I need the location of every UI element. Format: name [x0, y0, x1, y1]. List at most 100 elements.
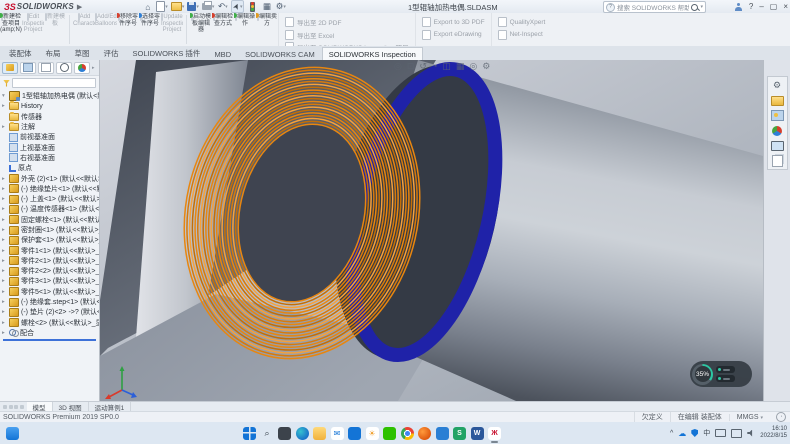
tab-sketch[interactable]: 草图: [68, 45, 97, 60]
start-button[interactable]: [243, 427, 256, 440]
update-inspection-project-button[interactable]: Update Inspection Project: [161, 13, 183, 46]
tree-item-history[interactable]: ▸History: [2, 101, 99, 111]
tree-item-part[interactable]: ▸保护套<1> (默认<<默认>_显示状: [2, 235, 99, 245]
tab-motion-study[interactable]: 运动算例1: [89, 402, 132, 411]
weather-icon[interactable]: ☀: [366, 427, 379, 440]
tree-item-part[interactable]: ▸密封圈<1> (默认<<默认>_显示状: [2, 225, 99, 235]
tree-item-origin[interactable]: 原点: [2, 163, 99, 173]
dimxpert-tab[interactable]: [56, 62, 72, 74]
search-caret-icon[interactable]: ▾: [700, 4, 703, 10]
close-button[interactable]: ×: [783, 2, 788, 11]
property-manager-tab[interactable]: [20, 62, 36, 74]
rollback-bar[interactable]: [3, 339, 96, 341]
view-orientation-icon[interactable]: ◫: [442, 61, 451, 71]
zoom-fit-icon[interactable]: ◎: [394, 61, 402, 71]
new-inspection-project-button[interactable]: 新建检查项目 (amp;N): [0, 13, 22, 46]
search-box[interactable]: ? 搜索 SOLIDWORKS 帮助 ▾: [603, 1, 706, 13]
export-2d-pdf-button[interactable]: 导出至 2D PDF: [285, 17, 409, 27]
tree-item-part[interactable]: ▸螺栓<2> (默认<<默认>_显示状态: [2, 318, 99, 328]
tree-item-sensors[interactable]: 传感器: [2, 112, 99, 122]
filter-funnel-icon[interactable]: [3, 80, 10, 87]
minimize-button[interactable]: –: [759, 2, 763, 11]
phone-link-icon[interactable]: [436, 427, 449, 440]
save-icon[interactable]: ▾: [187, 1, 199, 12]
open-icon[interactable]: ▾: [171, 1, 185, 12]
tab-solidworks-inspection[interactable]: SOLIDWORKS Inspection: [322, 47, 423, 60]
view-settings-icon[interactable]: ⚙: [482, 61, 490, 71]
display-pane-icon[interactable]: [771, 140, 784, 151]
tree-item-part[interactable]: ▸(-) 上盖<1> (默认<<默认>_显示状: [2, 194, 99, 204]
search-icon[interactable]: [691, 4, 698, 11]
tree-item-mates[interactable]: ▸配合: [2, 328, 99, 338]
tab-nav-buttons[interactable]: [0, 402, 27, 411]
app-s-icon[interactable]: S: [453, 427, 466, 440]
rebuild-icon[interactable]: ▦: [261, 1, 272, 12]
restore-button[interactable]: ▢: [770, 2, 778, 11]
undo-icon[interactable]: ↶▾: [217, 1, 228, 12]
help-button[interactable]: ?: [749, 2, 753, 11]
edit-vendors-button[interactable]: 编辑卖方: [256, 13, 278, 46]
browser-icon[interactable]: [418, 427, 431, 440]
tab-3d-views[interactable]: 3D 视图: [53, 402, 89, 411]
performance-icon[interactable]: [247, 1, 258, 12]
solidworks-taskbar-icon[interactable]: Ж: [488, 427, 501, 440]
taskbar-clock[interactable]: 16:10 2022/8/15: [760, 426, 787, 440]
tree-item-annotations[interactable]: ▸注解: [2, 122, 99, 132]
word-icon[interactable]: W: [471, 427, 484, 440]
tab-mbd[interactable]: MBD: [207, 47, 238, 60]
design-library-icon[interactable]: [771, 95, 784, 106]
tree-item-part[interactable]: ▸(-) 垫片 (2)<2> ->? (默认<<默认: [2, 307, 99, 317]
add-edit-balloons-button[interactable]: Add/Edit Balloons: [95, 13, 117, 46]
home-icon[interactable]: ⌂: [142, 1, 153, 12]
keyboard-icon[interactable]: [715, 429, 726, 437]
tab-layout[interactable]: 布局: [39, 45, 68, 60]
task-view-icon[interactable]: [278, 427, 291, 440]
display-style-icon[interactable]: ▦: [456, 61, 465, 71]
tree-item-part[interactable]: ▸(-) 绝缘套.step<1> (默认<<默认>: [2, 297, 99, 307]
speaker-icon[interactable]: [747, 430, 755, 437]
section-view-icon[interactable]: ◔: [432, 61, 437, 71]
tree-item-front-plane[interactable]: 前视基准面: [2, 132, 99, 142]
graphics-viewport[interactable]: ◎ ⊡ ↺ ◔ ◫ ▦ ◎ ⚙ 35%: [100, 60, 763, 401]
tree-item-part[interactable]: ▸外壳 (2)<1> (默认<<默认>_显示状: [2, 173, 99, 183]
tab-addins[interactable]: SOLIDWORKS 插件: [126, 45, 208, 60]
previous-view-icon[interactable]: ↺: [419, 61, 427, 71]
resources-icon[interactable]: ⚙: [771, 80, 784, 91]
login-user-icon[interactable]: [735, 3, 743, 11]
edit-operations-button[interactable]: 编辑操作: [234, 13, 256, 46]
remove-balloons-button[interactable]: 移除零件序号: [117, 13, 139, 46]
tree-item-right-plane[interactable]: 右视基准面: [2, 153, 99, 163]
tree-item-part[interactable]: ▸零件3<1> (默认<<默认>_显示状: [2, 276, 99, 286]
widgets-icon[interactable]: [6, 427, 19, 440]
hide-show-items-icon[interactable]: ◎: [469, 61, 477, 71]
launch-template-editor-button[interactable]: 启动模板编辑器: [190, 13, 212, 46]
print-icon[interactable]: ▾: [202, 1, 215, 12]
qualityxpert-button[interactable]: QualityXpert: [498, 17, 546, 27]
tray-chevron-icon[interactable]: ^: [670, 430, 673, 437]
tree-root[interactable]: ▾1型辊轴加热电偶 (默认<默认_显示状态-1: [2, 91, 99, 101]
display-manager-tab[interactable]: [74, 62, 90, 74]
export-3d-pdf-button[interactable]: Export to 3D PDF: [422, 17, 485, 27]
tab-solidworks-cam[interactable]: SOLIDWORKS CAM: [238, 47, 322, 60]
edge-icon[interactable]: [296, 427, 309, 440]
export-excel-button[interactable]: 导出至 Excel: [285, 30, 409, 40]
net-inspect-button[interactable]: Net-Inspect: [498, 30, 546, 40]
units-selector[interactable]: MMGS ▾: [729, 414, 770, 421]
tree-item-part[interactable]: ▸零件2<2> (默认<<默认>_显示状: [2, 266, 99, 276]
recorder-widget[interactable]: 35%: [690, 361, 752, 387]
options-gear-icon[interactable]: ⚙▾: [275, 1, 286, 12]
security-icon[interactable]: [691, 429, 698, 437]
tree-item-part[interactable]: ▸零件5<1> (默认<<默认>_显示状: [2, 287, 99, 297]
onedrive-icon[interactable]: ☁: [678, 429, 686, 438]
view-palette-icon[interactable]: [771, 110, 784, 121]
tab-assembly[interactable]: 装配体: [2, 45, 39, 60]
tree-item-part[interactable]: ▸固定螺栓<1> (默认<<默认>_显示状: [2, 215, 99, 225]
tree-item-top-plane[interactable]: 上视基准面: [2, 142, 99, 152]
filter-input[interactable]: [12, 78, 96, 88]
new-document-icon[interactable]: ▾: [156, 1, 168, 12]
wechat-icon[interactable]: [383, 427, 396, 440]
tree-item-part[interactable]: ▸(-) 温度传感器<1> (默认<<默认>_: [2, 204, 99, 214]
display-icon[interactable]: [731, 429, 742, 438]
tab-model[interactable]: 模型: [27, 402, 53, 411]
feature-tree-tab[interactable]: [2, 62, 18, 74]
